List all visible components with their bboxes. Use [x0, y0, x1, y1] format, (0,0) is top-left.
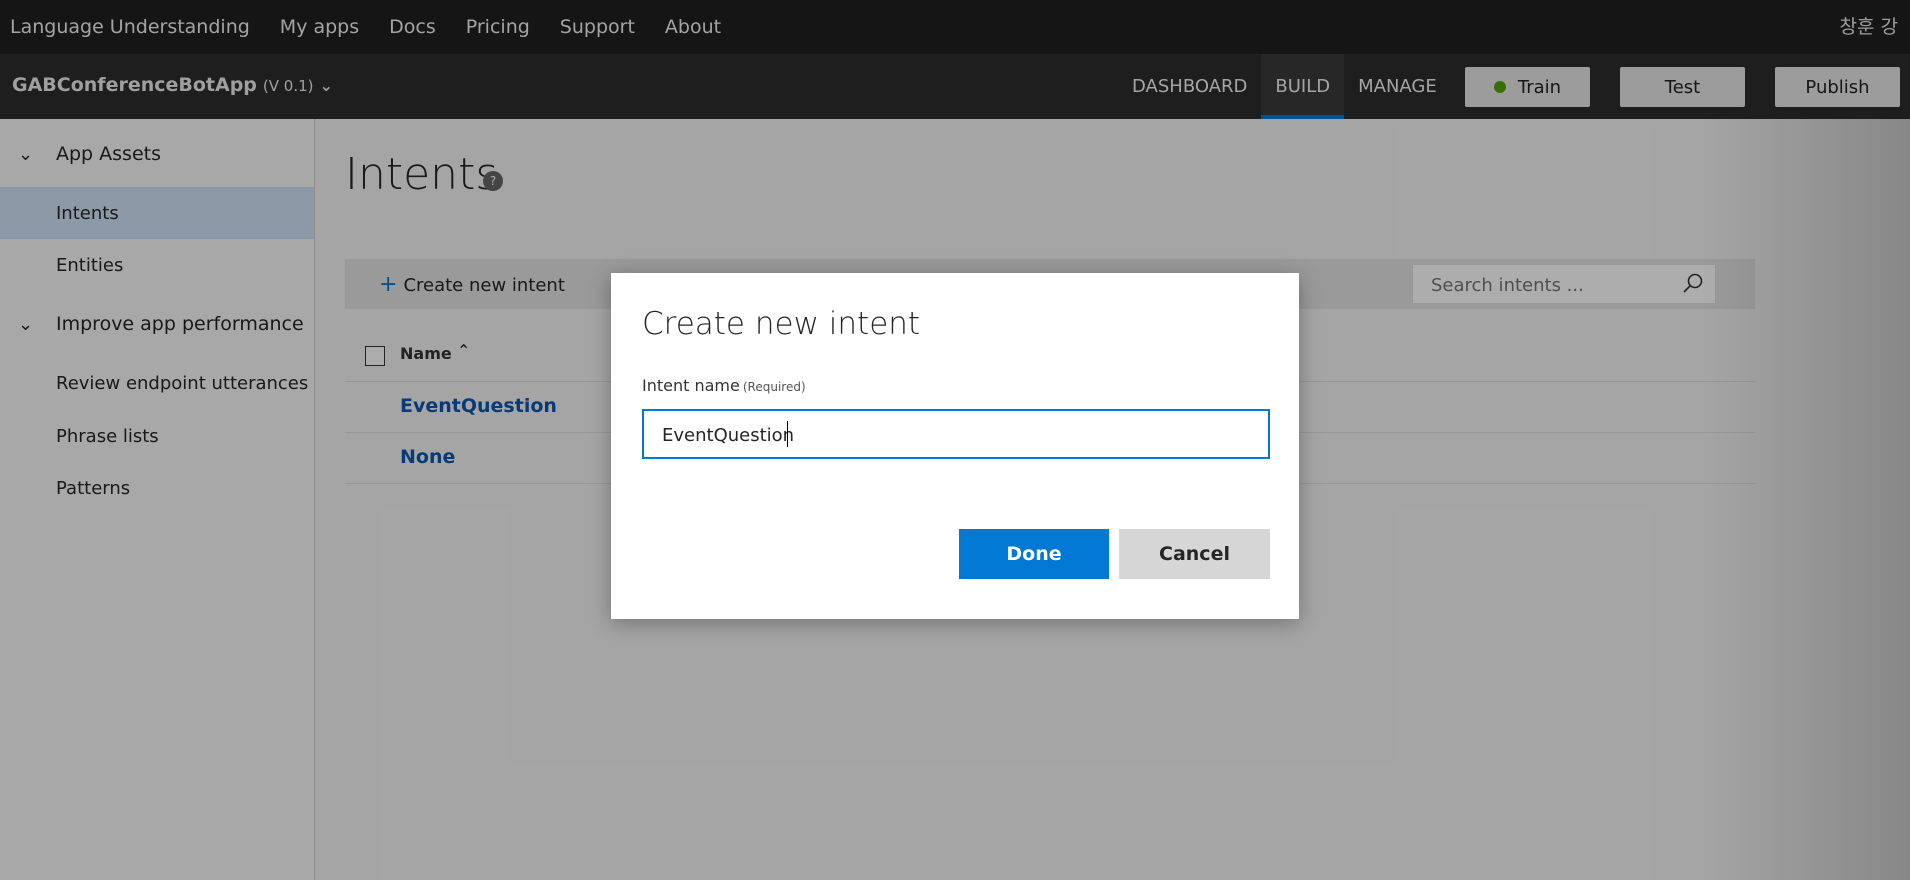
overlay-shade	[1700, 119, 1910, 880]
intent-name-field	[642, 409, 1270, 459]
create-intent-dialog: Create new intent Intent name (Required) …	[611, 273, 1299, 619]
dialog-title: Create new intent	[642, 306, 921, 342]
intent-name-label: Intent name (Required)	[642, 376, 806, 395]
done-button[interactable]: Done	[959, 529, 1109, 579]
text-cursor	[787, 421, 788, 447]
field-label-text: Intent name	[642, 376, 740, 395]
intent-name-input[interactable]	[644, 411, 1244, 459]
required-note: (Required)	[742, 380, 806, 394]
cancel-button[interactable]: Cancel	[1119, 529, 1270, 579]
